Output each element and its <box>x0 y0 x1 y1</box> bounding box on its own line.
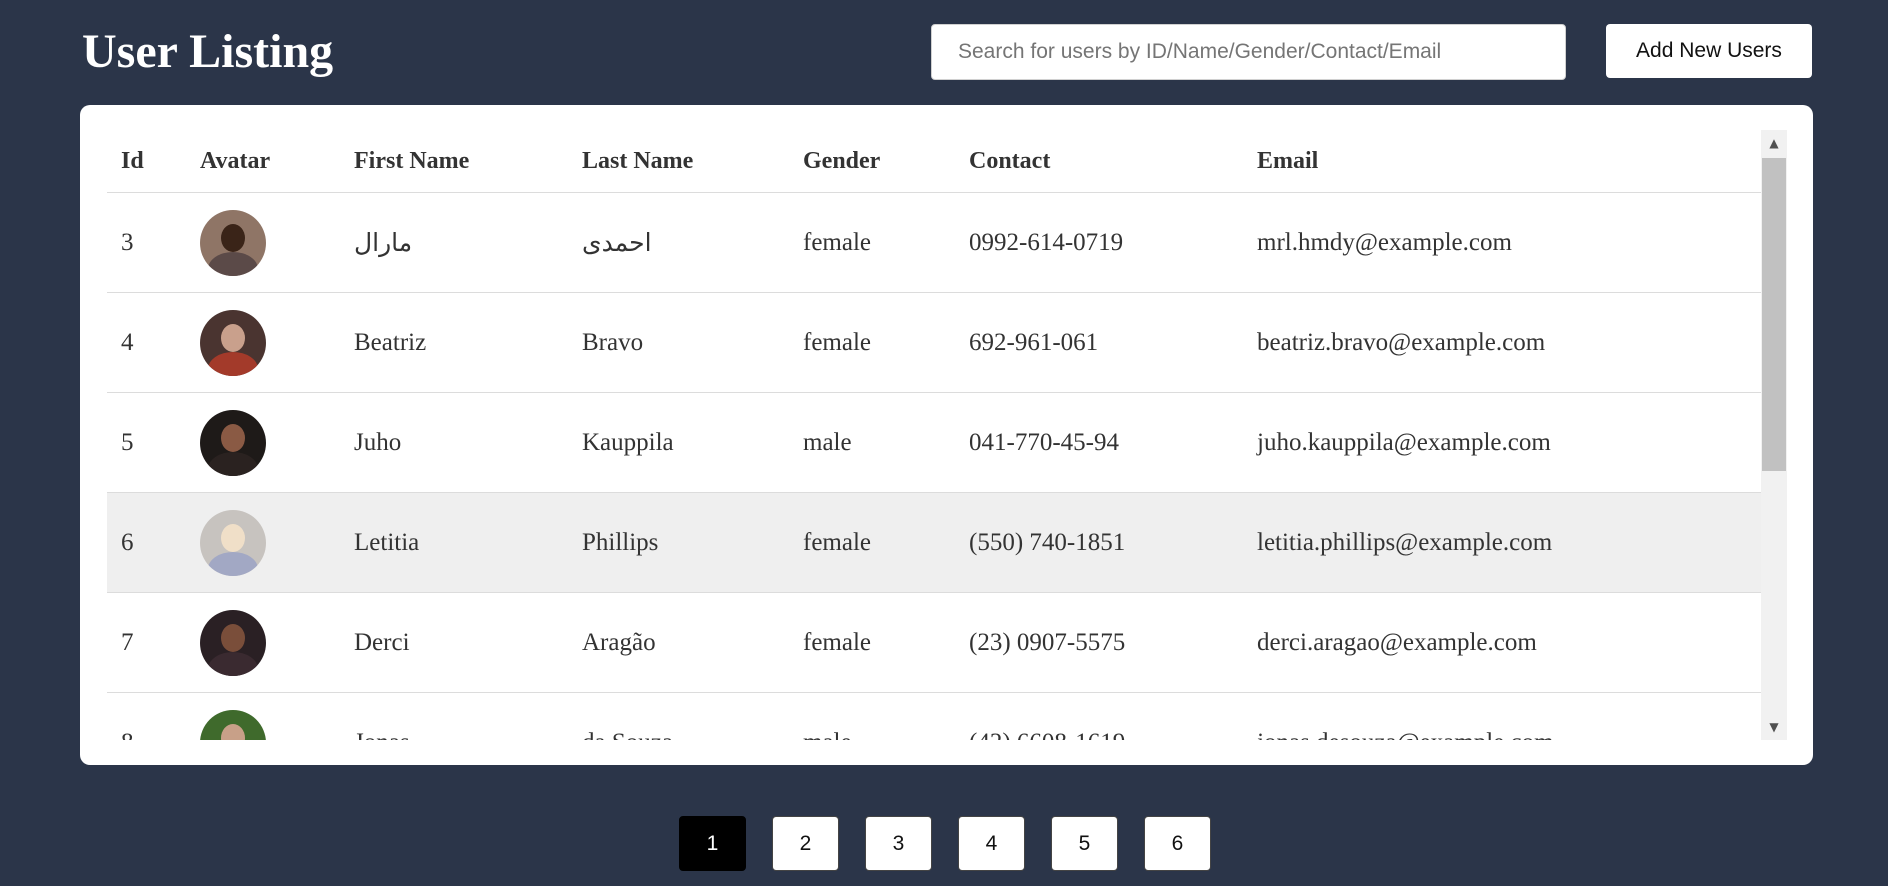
cell-email: letitia.phillips@example.com <box>1243 492 1761 593</box>
page-button-3[interactable]: 3 <box>865 816 932 871</box>
table-row[interactable]: 8 Jonas da Souza male (42) 6608-1619 jon… <box>107 692 1761 740</box>
table-header-row: Id Avatar First Name Last Name Gender Co… <box>107 130 1761 193</box>
cell-last-name: Kauppila <box>568 392 789 493</box>
column-header-avatar: Avatar <box>186 130 340 193</box>
add-new-users-button[interactable]: Add New Users <box>1606 24 1812 78</box>
table-row[interactable]: 4 Beatriz Bravo female 692-961-061 beatr… <box>107 292 1761 393</box>
table-scroll-container[interactable]: Id Avatar First Name Last Name Gender Co… <box>107 130 1787 740</box>
cell-contact: (550) 740-1851 <box>955 492 1243 593</box>
cell-first-name: Juho <box>340 392 568 493</box>
page-button-4[interactable]: 4 <box>958 816 1025 871</box>
table-row[interactable]: 6 Letitia Phillips female (550) 740-1851… <box>107 492 1761 593</box>
cell-contact: (42) 6608-1619 <box>955 692 1243 740</box>
column-header-contact: Contact <box>955 130 1243 193</box>
avatar <box>200 609 266 676</box>
cell-first-name: Beatriz <box>340 292 568 393</box>
avatar <box>200 309 266 376</box>
cell-first-name: Jonas <box>340 692 568 740</box>
pagination: 1 2 3 4 5 6 <box>679 816 1211 871</box>
cell-email: mrl.hmdy@example.com <box>1243 192 1761 293</box>
cell-id: 8 <box>107 692 186 740</box>
cell-email: juho.kauppila@example.com <box>1243 392 1761 493</box>
cell-first-name: Letitia <box>340 492 568 593</box>
page-button-5[interactable]: 5 <box>1051 816 1118 871</box>
search-input[interactable] <box>931 24 1566 80</box>
cell-email: beatriz.bravo@example.com <box>1243 292 1761 393</box>
scroll-up-arrow-icon[interactable]: ▲ <box>1761 130 1787 156</box>
cell-last-name: Phillips <box>568 492 789 593</box>
cell-gender: female <box>789 192 955 293</box>
avatar <box>200 509 266 576</box>
cell-gender: male <box>789 392 955 493</box>
cell-last-name: Aragão <box>568 592 789 693</box>
column-header-email: Email <box>1243 130 1761 193</box>
cell-last-name: da Souza <box>568 692 789 740</box>
page-button-6[interactable]: 6 <box>1144 816 1211 871</box>
avatar <box>200 409 266 476</box>
page-button-2[interactable]: 2 <box>772 816 839 871</box>
cell-id: 6 <box>107 492 186 593</box>
cell-id: 5 <box>107 392 186 493</box>
avatar <box>200 709 266 740</box>
cell-last-name: احمدی <box>568 192 789 293</box>
avatar <box>200 209 266 276</box>
column-header-gender: Gender <box>789 130 955 193</box>
page-button-1[interactable]: 1 <box>679 816 746 871</box>
cell-email: derci.aragao@example.com <box>1243 592 1761 693</box>
cell-id: 3 <box>107 192 186 293</box>
column-header-first-name: First Name <box>340 130 568 193</box>
cell-contact: 692-961-061 <box>955 292 1243 393</box>
cell-gender: female <box>789 492 955 593</box>
table-row[interactable]: 3 مارال احمدی female 0992-614-0719 mrl.h… <box>107 192 1761 293</box>
cell-email: jonas.desouza@example.com <box>1243 692 1761 740</box>
scroll-down-arrow-icon[interactable]: ▼ <box>1761 714 1787 740</box>
cell-contact: 041-770-45-94 <box>955 392 1243 493</box>
cell-first-name: Derci <box>340 592 568 693</box>
cell-id: 4 <box>107 292 186 393</box>
table-scrollbar[interactable]: ▲ ▼ <box>1761 130 1787 740</box>
cell-first-name: مارال <box>340 192 568 293</box>
column-header-last-name: Last Name <box>568 130 789 193</box>
scrollbar-thumb[interactable] <box>1762 158 1786 471</box>
cell-contact: 0992-614-0719 <box>955 192 1243 293</box>
cell-contact: (23) 0907-5575 <box>955 592 1243 693</box>
users-table: Id Avatar First Name Last Name Gender Co… <box>107 130 1761 740</box>
cell-gender: male <box>789 692 955 740</box>
user-table-card: Id Avatar First Name Last Name Gender Co… <box>80 105 1813 765</box>
cell-gender: female <box>789 292 955 393</box>
column-header-id: Id <box>107 130 186 193</box>
table-row[interactable]: 5 Juho Kauppila male 041-770-45-94 juho.… <box>107 392 1761 493</box>
cell-last-name: Bravo <box>568 292 789 393</box>
page-title: User Listing <box>82 25 334 78</box>
table-row[interactable]: 7 Derci Aragão female (23) 0907-5575 der… <box>107 592 1761 693</box>
cell-id: 7 <box>107 592 186 693</box>
cell-gender: female <box>789 592 955 693</box>
